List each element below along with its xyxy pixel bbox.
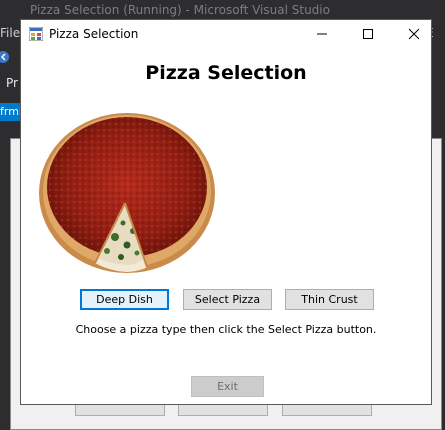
window-titlebar[interactable]: Pizza Selection [21, 20, 431, 47]
ide-toolbar-fragment: Pr [6, 76, 18, 90]
select-pizza-button[interactable]: Select Pizza [183, 289, 272, 310]
form-client-area: Pizza Selection Deep Dish Select Pizza T… [21, 47, 431, 404]
ide-tab-label: frml [0, 105, 22, 118]
winforms-app-icon [29, 27, 43, 41]
ide-menu-file[interactable]: File [0, 26, 20, 40]
instruction-label: Choose a pizza type then click the Selec… [75, 323, 377, 336]
minimize-icon [317, 33, 327, 35]
maximize-icon [363, 29, 373, 39]
minimize-button[interactable] [299, 20, 345, 47]
thin-crust-button[interactable]: Thin Crust [285, 289, 374, 310]
ide-title: Pizza Selection (Running) - Microsoft Vi… [30, 3, 330, 17]
ide-back-icon[interactable] [0, 50, 10, 64]
deep-dish-pizza-picture [39, 113, 215, 273]
close-icon [408, 28, 420, 40]
window-title: Pizza Selection [49, 27, 139, 41]
maximize-button[interactable] [345, 20, 391, 47]
close-button[interactable] [391, 20, 437, 47]
form-heading: Pizza Selection [145, 62, 307, 84]
exit-button[interactable]: Exit [191, 376, 264, 397]
pizza-selection-window: Pizza Selection Pizza Selection Deep Dis… [20, 19, 432, 405]
ide-document-tab[interactable]: frml [0, 103, 22, 121]
deep-dish-button[interactable]: Deep Dish [80, 289, 169, 310]
